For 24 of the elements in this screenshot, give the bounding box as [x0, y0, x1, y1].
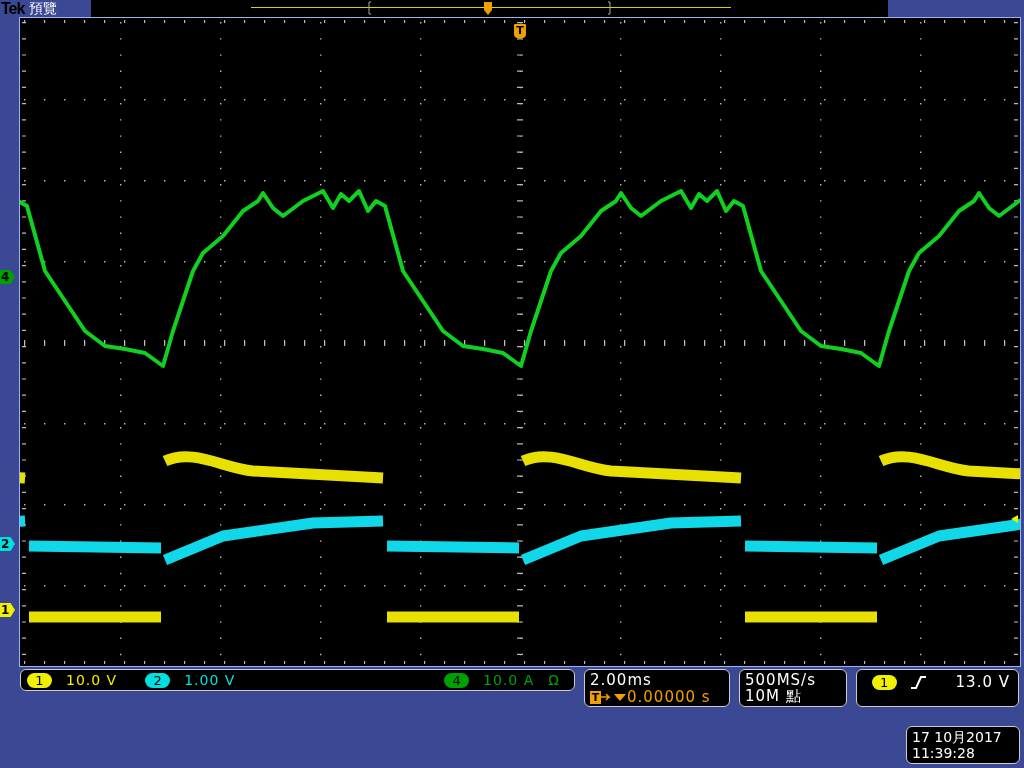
trigger-icon: T	[590, 690, 601, 704]
trigger-delay: 0.00000 s	[627, 689, 711, 705]
channel-marker[interactable]: 4	[0, 270, 15, 284]
sample-rate: 500MS/s	[745, 672, 817, 688]
channel-scale: 10.0 A	[483, 672, 535, 688]
channel-marker[interactable]: 2	[0, 537, 15, 551]
trigger-position-marker: T	[514, 24, 526, 38]
delay-arrow-icon	[601, 691, 627, 703]
unit-symbol: Ω	[548, 672, 560, 688]
channel-badge[interactable]: 4	[444, 672, 470, 688]
trigger-source-badge[interactable]: 1	[871, 674, 897, 690]
trigger-level: 13.0 V	[955, 673, 1010, 691]
timebase-scale: 2.00ms	[590, 672, 653, 688]
channel-scale: 1.00 V	[184, 672, 236, 688]
trigger-level-icon	[1011, 515, 1018, 523]
channel-marker[interactable]: 1	[0, 603, 15, 617]
record-length: 10M 點	[745, 688, 803, 704]
channel-scale: 10.0 V	[66, 672, 118, 688]
brand-logo: Tek	[1, 0, 25, 17]
channel-badge[interactable]: 2	[145, 672, 171, 688]
date-text: 17 10月2017	[912, 729, 1003, 745]
channel-badge[interactable]: 1	[27, 672, 52, 688]
time-text: 11:39:28	[912, 745, 976, 761]
mode-label: 預覽	[29, 0, 58, 17]
